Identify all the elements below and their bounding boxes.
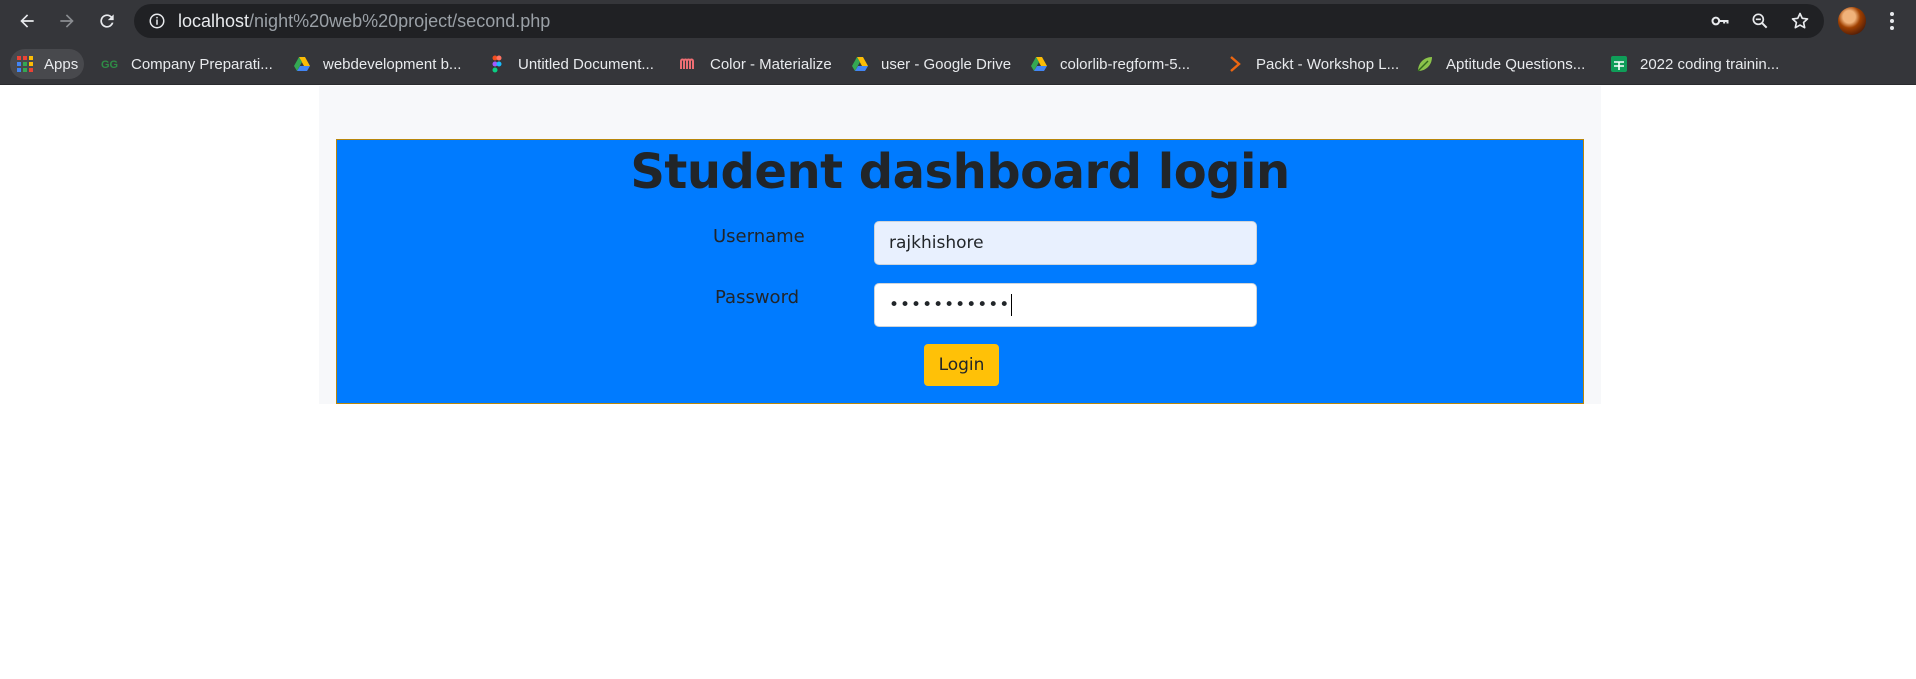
forward-icon (60, 14, 74, 28)
info-icon[interactable] (148, 12, 166, 30)
sheets-icon (1611, 56, 1627, 72)
bookmark-company-preparation[interactable]: GG Company Preparati... (95, 49, 279, 79)
bookmark-color-materialize[interactable]: Color - Materialize (674, 49, 838, 79)
bookmark-aptitude-questions[interactable]: Aptitude Questions... (1410, 49, 1591, 79)
gfg-icon: GG (101, 59, 118, 71)
bookmark-label: Color - Materialize (710, 55, 832, 73)
drive-icon (1031, 57, 1047, 71)
login-card: Student dashboard login Username rajkhis… (336, 139, 1584, 404)
bookmark-label: Apps (44, 55, 79, 73)
forward-button[interactable] (52, 6, 82, 36)
bookmark-user-google-drive[interactable]: user - Google Drive (845, 49, 1017, 79)
drive-icon (852, 57, 868, 71)
back-icon (20, 14, 34, 28)
back-button[interactable] (12, 6, 42, 36)
url-host: localhost (178, 11, 250, 31)
password-label: Password (715, 287, 800, 308)
packt-icon (1230, 56, 1241, 72)
svg-text:GG: GG (101, 59, 118, 71)
password-input[interactable]: ••••••••••• (874, 283, 1257, 327)
bookmark-2022-coding-training[interactable]: 2022 coding trainin... (1604, 49, 1785, 79)
materialize-icon (680, 58, 694, 69)
star-icon[interactable] (1790, 11, 1810, 31)
bookmark-label: webdevelopment b... (323, 55, 462, 73)
username-label: Username (713, 226, 805, 247)
bookmark-label: Company Preparati... (131, 55, 273, 73)
login-button[interactable]: Login (924, 344, 999, 386)
bookmark-colorlib-regform[interactable]: colorlib-regform-5... (1024, 49, 1196, 79)
reload-icon (100, 14, 114, 28)
address-bar[interactable]: localhost/night%20web%20project/second.p… (134, 4, 1824, 38)
bookmark-apps[interactable]: Apps (10, 49, 85, 79)
bookmark-webdevelopment[interactable]: webdevelopment b... (287, 49, 467, 79)
url-path: /night%20web%20project/second.php (249, 11, 551, 31)
bookmark-packt-workshop[interactable]: Packt - Workshop L... (1220, 49, 1405, 79)
username-value: rajkhishore (889, 233, 984, 253)
reload-button[interactable] (92, 6, 122, 36)
bookmark-label: user - Google Drive (881, 55, 1012, 73)
apps-grid-icon (17, 56, 33, 72)
text-caret (1011, 294, 1013, 316)
figma-icon (492, 55, 502, 73)
url-text[interactable]: localhost/night%20web%20project/second.p… (178, 11, 550, 31)
password-value: ••••••••••• (889, 295, 1011, 315)
profile-avatar[interactable] (1838, 7, 1866, 35)
bookmark-label: Packt - Workshop L... (1256, 55, 1400, 73)
zoom-icon[interactable] (1750, 11, 1770, 31)
bookmark-label: 2022 coding trainin... (1640, 55, 1780, 73)
bookmarks-bar: Apps GG Company Preparati... webdevelopm… (0, 42, 1916, 85)
bookmark-untitled-document[interactable]: Untitled Document... (482, 49, 660, 79)
username-input[interactable]: rajkhishore (874, 221, 1257, 265)
bookmark-label: colorlib-regform-5... (1060, 55, 1191, 73)
key-icon[interactable] (1710, 11, 1730, 31)
menu-icon[interactable] (1880, 9, 1904, 33)
page-title: Student dashboard login (630, 144, 1290, 200)
bookmark-label: Untitled Document... (518, 55, 654, 73)
browser-toolbar: localhost/night%20web%20project/second.p… (0, 0, 1916, 42)
drive-icon (294, 57, 310, 71)
bookmark-label: Aptitude Questions... (1446, 55, 1586, 73)
leaf-icon (1417, 57, 1432, 72)
